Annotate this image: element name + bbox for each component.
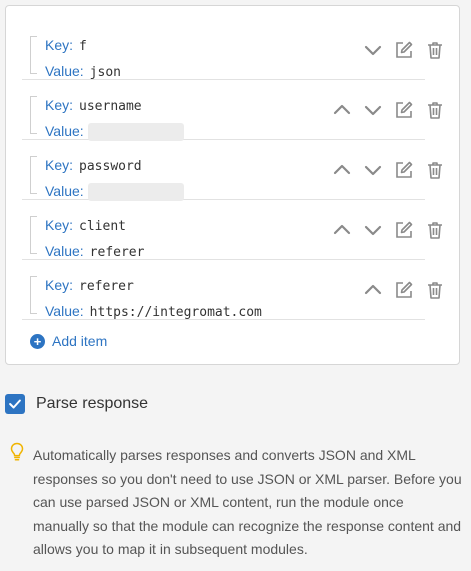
value-label: Value:: [45, 183, 84, 199]
list-item: Key: referer Value: https://integromat.com: [22, 260, 442, 320]
value-label: Value:: [45, 243, 84, 259]
item-key: password: [79, 159, 142, 174]
chevron-down-icon[interactable]: [363, 220, 383, 240]
redacted-value: [87, 123, 184, 142]
item-key-row: Key: client: [45, 217, 126, 234]
list-item: Key: password Value:: [22, 140, 442, 202]
checkmark-icon: [9, 399, 21, 409]
edit-icon[interactable]: [394, 160, 414, 180]
parse-response-checkbox[interactable]: [5, 394, 25, 414]
item-bracket: [30, 276, 37, 314]
item-key: f: [79, 39, 87, 54]
trash-icon[interactable]: [425, 100, 445, 120]
value-label: Value:: [45, 303, 84, 319]
add-item-label: Add item: [52, 333, 108, 349]
chevron-up-icon[interactable]: [332, 100, 352, 120]
item-value-row: Value: json: [45, 63, 121, 80]
key-value-list-panel: Key: f Value: json Key: username Value:: [5, 5, 460, 365]
chevron-up-icon[interactable]: [332, 220, 352, 240]
item-key: referer: [79, 279, 134, 294]
item-key-row: Key: f: [45, 37, 87, 54]
key-label: Key:: [45, 217, 74, 233]
plus-circle-icon: +: [30, 333, 45, 349]
key-label: Key:: [45, 157, 74, 173]
lightbulb-icon: [10, 442, 24, 462]
value-label: Value:: [45, 63, 84, 79]
parse-response-option: Parse response: [5, 394, 148, 414]
redacted-value: [87, 183, 184, 202]
parse-response-label: Parse response: [36, 395, 149, 412]
item-value-row: Value: referer: [45, 243, 144, 260]
chevron-up-icon[interactable]: [363, 280, 383, 300]
value-label: Value:: [45, 123, 84, 139]
key-label: Key:: [45, 97, 74, 113]
item-value-row: Value:: [45, 183, 184, 202]
list-item: Key: f Value: json: [22, 20, 442, 80]
trash-icon[interactable]: [425, 220, 445, 240]
chevron-up-icon[interactable]: [332, 160, 352, 180]
item-value: json: [89, 65, 121, 80]
chevron-down-icon[interactable]: [363, 100, 383, 120]
edit-icon[interactable]: [394, 100, 414, 120]
item-value: https://integromat.com: [89, 305, 262, 320]
key-label: Key:: [45, 277, 74, 293]
edit-icon[interactable]: [394, 220, 414, 240]
edit-icon[interactable]: [394, 280, 414, 300]
list-item: Key: username Value:: [22, 80, 442, 142]
edit-icon[interactable]: [394, 40, 414, 60]
item-bracket: [30, 36, 37, 74]
item-key-row: Key: username: [45, 97, 142, 114]
add-item-button[interactable]: + Add item: [30, 333, 107, 349]
chevron-down-icon[interactable]: [363, 40, 383, 60]
item-bracket: [30, 156, 37, 194]
trash-icon[interactable]: [425, 40, 445, 60]
item-value: referer: [89, 245, 145, 260]
list-item: Key: client Value: referer: [22, 200, 442, 260]
item-value-row: Value: https://integromat.com: [45, 303, 262, 320]
key-label: Key:: [45, 37, 74, 53]
item-value-row: Value:: [45, 123, 184, 142]
hint-text: Automatically parses responses and conve…: [33, 447, 462, 557]
item-key: client: [79, 219, 126, 234]
item-key-row: Key: referer: [45, 277, 134, 294]
item-key: username: [79, 99, 142, 114]
item-bracket: [30, 96, 37, 134]
chevron-down-icon[interactable]: [363, 160, 383, 180]
item-key-row: Key: password: [45, 157, 142, 174]
item-bracket: [30, 216, 37, 254]
trash-icon[interactable]: [425, 160, 445, 180]
trash-icon[interactable]: [425, 280, 445, 300]
